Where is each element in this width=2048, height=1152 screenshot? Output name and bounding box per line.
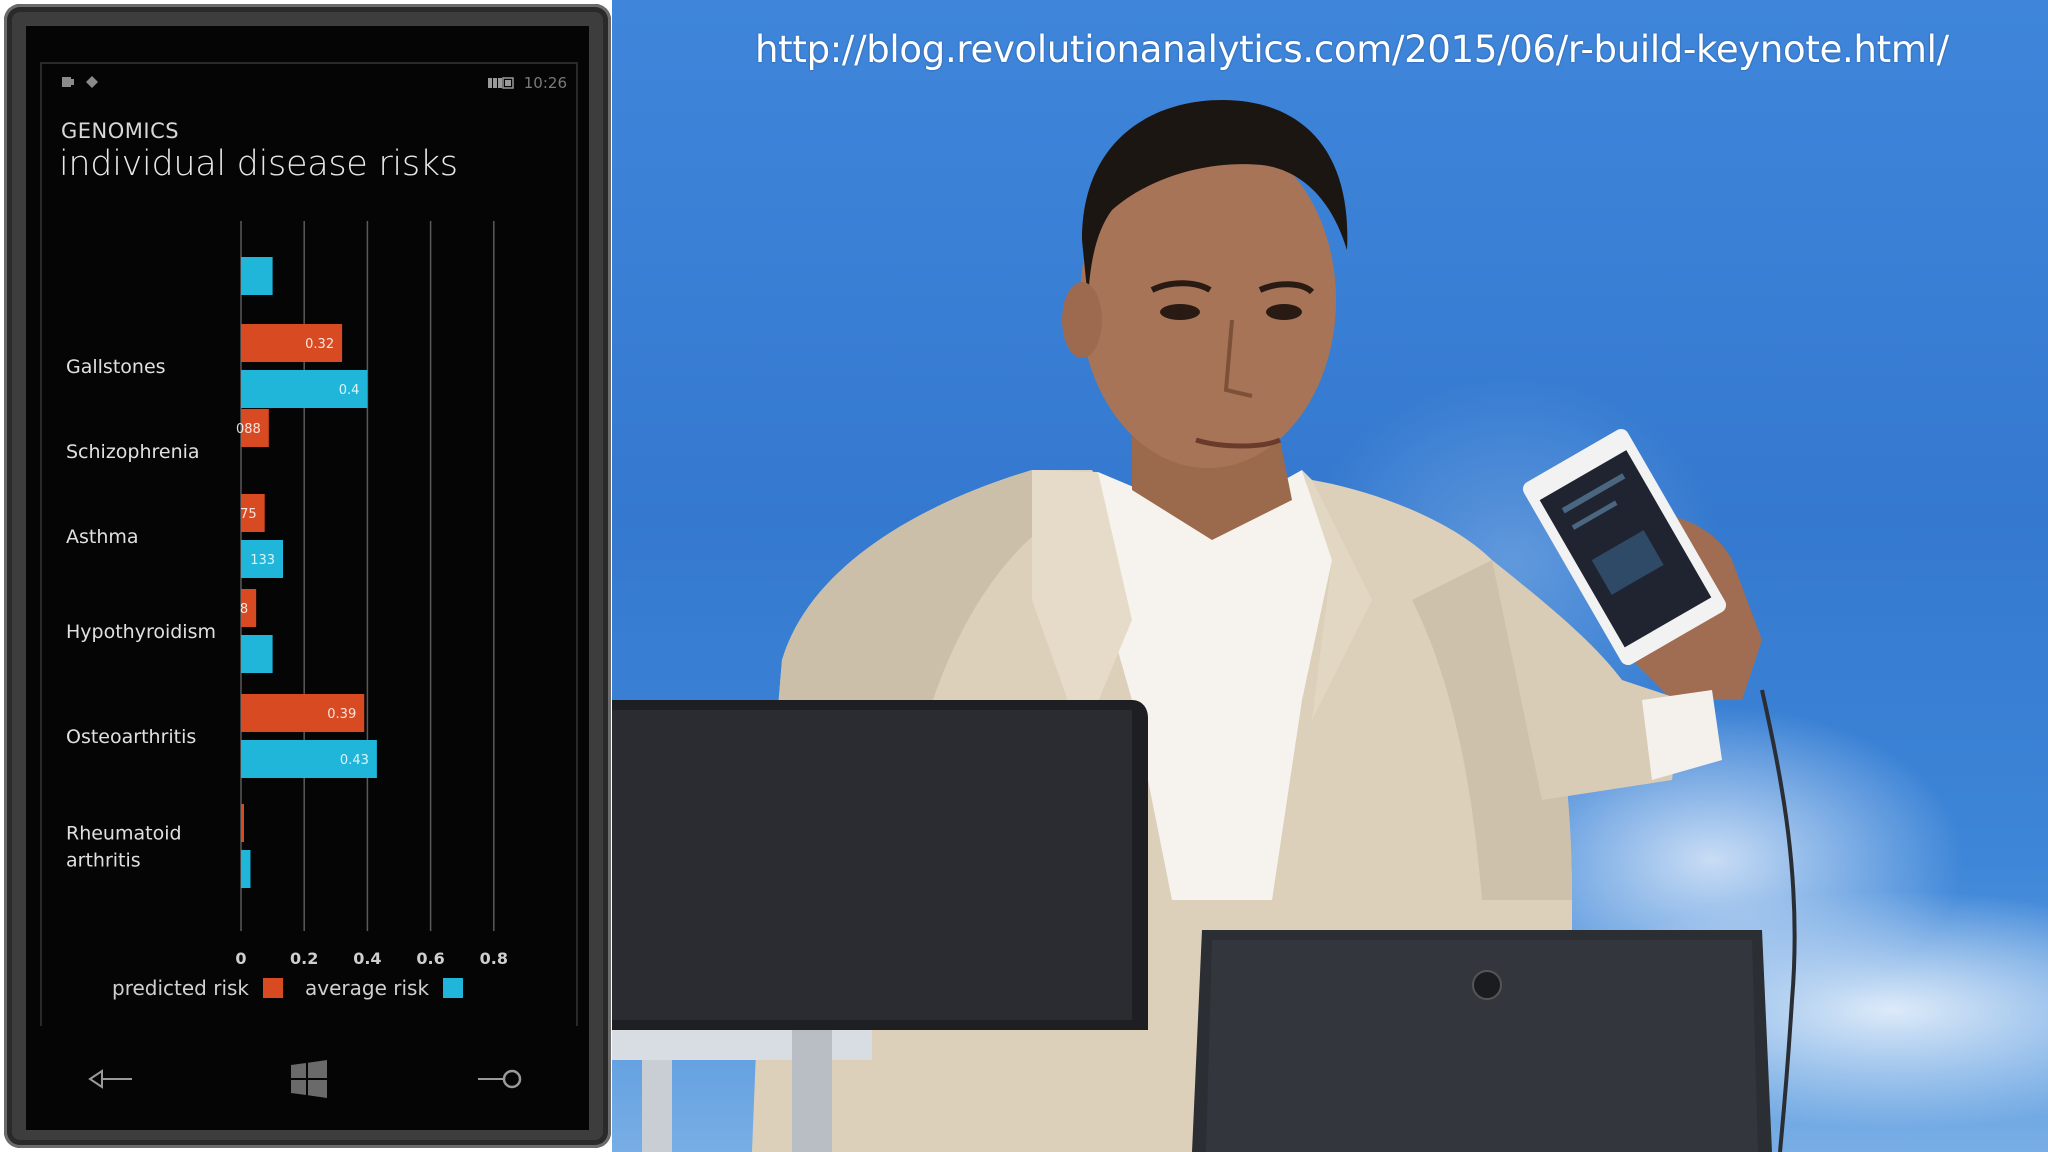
x-tick-label: 0.4 <box>353 949 381 968</box>
predicted-risk-bar <box>241 804 244 842</box>
bar-data-label: 133 <box>250 553 275 568</box>
x-tick-label: 0.8 <box>480 949 508 968</box>
phone-navbar <box>26 1026 589 1130</box>
category-label: Schizophrenia <box>66 441 200 463</box>
category-label: Gallstones <box>66 356 166 378</box>
legend-predicted-swatch <box>263 978 284 998</box>
x-tick-label: 0 <box>235 949 246 968</box>
legend-predicted-label: predicted risk <box>112 976 250 1000</box>
bar-data-label: 088 <box>236 422 261 437</box>
average-risk-bar <box>241 257 273 295</box>
bar-data-label: 0.39 <box>327 707 356 722</box>
stage-laptop <box>1192 930 1772 1152</box>
screen: 10:26 GENOMICS individual disease risks … <box>0 0 2048 1152</box>
keynote-video: http://blog.revolutionanalytics.com/2015… <box>612 0 2048 1152</box>
phone-screen: 10:26 GENOMICS individual disease risks … <box>26 26 589 1026</box>
average-risk-bar <box>241 850 251 888</box>
x-tick-label: 0.6 <box>416 949 444 968</box>
bar-data-label: 0.4 <box>339 383 360 398</box>
back-button[interactable] <box>86 1056 136 1102</box>
bar-data-label: 0.32 <box>305 337 334 352</box>
bar-data-label: 8 <box>240 602 248 617</box>
start-button[interactable] <box>286 1056 332 1102</box>
search-icon <box>478 1069 522 1089</box>
category-label: arthritis <box>66 850 141 872</box>
x-tick-label: 0.2 <box>290 949 318 968</box>
category-label: Hypothyroidism <box>66 621 216 643</box>
search-button[interactable] <box>474 1056 526 1102</box>
legend-average-swatch <box>443 978 464 998</box>
chart-legend: predicted risk average risk <box>112 976 485 1000</box>
bar-data-label: 75 <box>240 507 257 522</box>
windows-logo-icon <box>291 1060 327 1098</box>
phone-emulator: 10:26 GENOMICS individual disease risks … <box>4 4 611 1148</box>
risk-bar-chart: 0 0.2 0.4 0.6 0.8 Gallstones Schizophrenia Asth… <box>66 221 508 968</box>
source-url-caption: http://blog.revolutionanalytics.com/2015… <box>755 28 1949 71</box>
average-risk-bar <box>241 635 273 673</box>
legend-average-label: average risk <box>305 976 430 1000</box>
bar-data-label: 0.43 <box>340 753 369 768</box>
category-label: Rheumatoid <box>66 823 182 845</box>
category-label: Asthma <box>66 526 139 548</box>
category-label: Osteoarthritis <box>66 726 196 748</box>
speaker-photo <box>612 100 1797 1152</box>
back-icon <box>88 1069 132 1089</box>
